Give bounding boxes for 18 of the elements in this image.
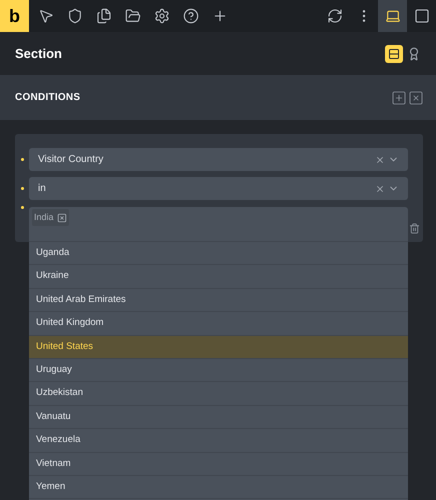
panel-title: Section [15, 44, 62, 63]
select-field[interactable]: Visitor Country [29, 148, 408, 171]
dropdown-option[interactable]: Vietnam [29, 452, 408, 476]
dropdown-option[interactable]: Yemen [29, 476, 408, 500]
section-heading: CONDITIONS [15, 91, 80, 105]
dropdown-option[interactable]: Venezuela [29, 429, 408, 453]
logo[interactable]: b [0, 0, 29, 32]
field-value: Visitor Country [38, 153, 104, 167]
dropdown-option[interactable]: United Arab Emirates [29, 288, 408, 312]
tag-chip[interactable]: India [32, 209, 69, 226]
dropdown-option[interactable]: Ukraine [29, 265, 408, 289]
dropdown-option[interactable]: Uganda [29, 242, 408, 266]
select-field[interactable]: in [29, 177, 408, 200]
dropdown-option[interactable]: Uzbekistan [29, 382, 408, 406]
field-value: in [38, 182, 46, 196]
dropdown-option[interactable]: Uruguay [29, 358, 408, 382]
dropdown-option[interactable]: Vanuatu [29, 406, 408, 430]
dropdown-option[interactable]: United States [29, 336, 408, 359]
